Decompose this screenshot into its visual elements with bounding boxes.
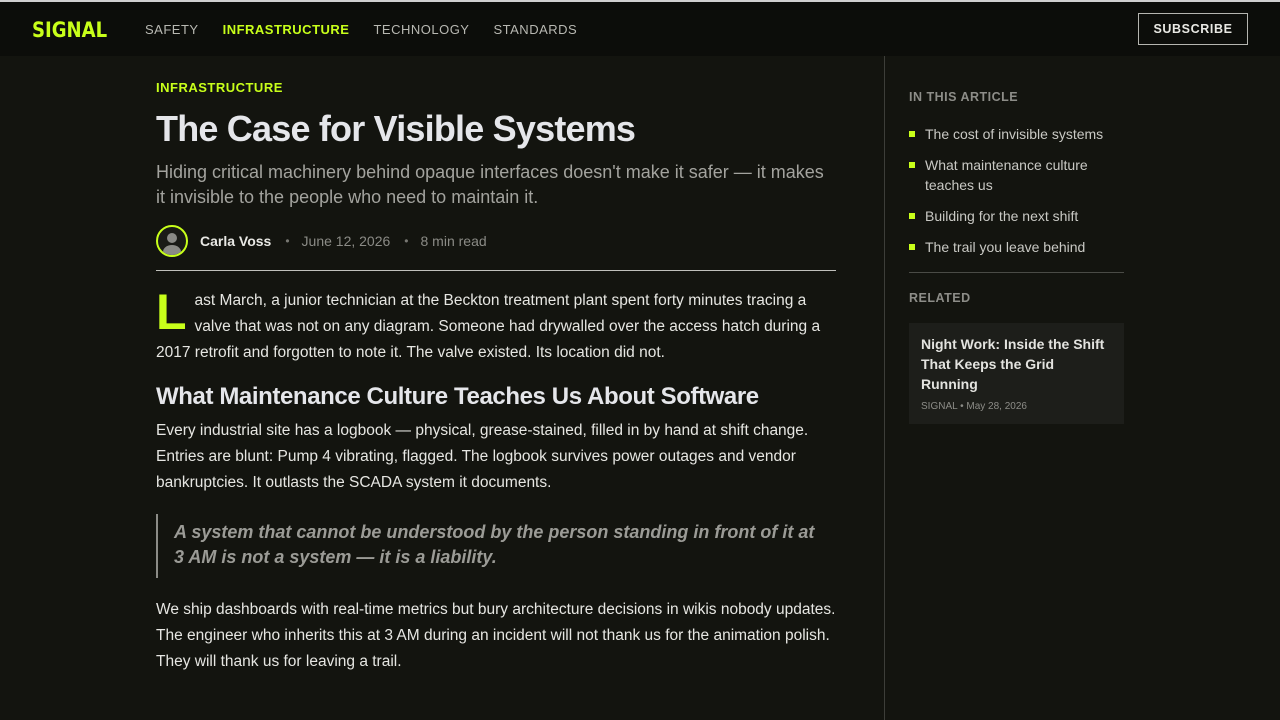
nav-link-standards[interactable]: STANDARDS [493,22,577,37]
user-avatar-icon [156,225,188,257]
top-nav: SIGNAL SAFETY INFRASTRUCTURE TECHNOLOGY … [0,2,1280,56]
article: INFRASTRUCTURE The Case for Visible Syst… [156,80,836,675]
lead-paragraph: Last March, a junior technician at the B… [156,284,836,366]
nav-links: SAFETY INFRASTRUCTURE TECHNOLOGY STANDAR… [145,22,577,37]
square-bullet-icon [909,162,915,168]
nav-link-infrastructure[interactable]: INFRASTRUCTURE [223,22,350,37]
square-bullet-icon [909,244,915,250]
nav-link-safety[interactable]: SAFETY [145,22,199,37]
body-paragraph: We ship dashboards with real-time metric… [156,601,836,670]
lead-text: ast March, a junior technician at the Be… [156,292,821,361]
article-dek: Hiding critical machinery behind opaque … [156,162,824,207]
toc-item[interactable]: What maintenance culture teaches us [909,155,1124,195]
square-bullet-icon [909,213,915,219]
byline: Carla Voss • June 12, 2026 • 8 min read [156,225,836,257]
separator-dot: • [285,234,290,248]
separator-dot: • [404,234,409,248]
toc-item[interactable]: The cost of invisible systems [909,124,1124,144]
related-article-card[interactable]: Night Work: Inside the Shift That Keeps … [909,323,1124,424]
related-label: RELATED [909,291,971,305]
article-headline: The Case for Visible Systems [156,108,636,149]
publish-date: June 12, 2026 [301,233,391,249]
article-category[interactable]: INFRASTRUCTURE [156,80,836,97]
toc-item[interactable]: Building for the next shift [909,206,1124,226]
sidebar: IN THIS ARTICLE The cost of invisible sy… [909,90,1124,424]
read-time: 8 min read [420,233,487,249]
related-article-title[interactable]: Night Work: Inside the Shift That Keeps … [921,334,1112,394]
site-logo[interactable]: SIGNAL [32,18,107,42]
related-article-meta: SIGNAL • May 28, 2026 [921,401,1027,412]
toc-label: IN THIS ARTICLE [909,90,1019,104]
drop-cap: L [156,284,187,340]
author-name[interactable]: Carla Voss [200,233,271,249]
subscribe-button[interactable]: SUBSCRIBE [1138,13,1248,45]
column-divider [884,56,885,720]
nav-link-technology[interactable]: TECHNOLOGY [373,22,469,37]
pull-quote: A system that cannot be understood by th… [156,514,836,578]
square-bullet-icon [909,131,915,137]
table-of-contents: The cost of invisible systems What maint… [909,124,1124,257]
section-heading: What Maintenance Culture Teaches Us Abou… [156,383,759,410]
body-paragraph: Every industrial site has a logbook — ph… [156,422,809,491]
header-rule [156,270,836,271]
sidebar-rule [909,272,1124,273]
toc-item[interactable]: The trail you leave behind [909,237,1124,257]
